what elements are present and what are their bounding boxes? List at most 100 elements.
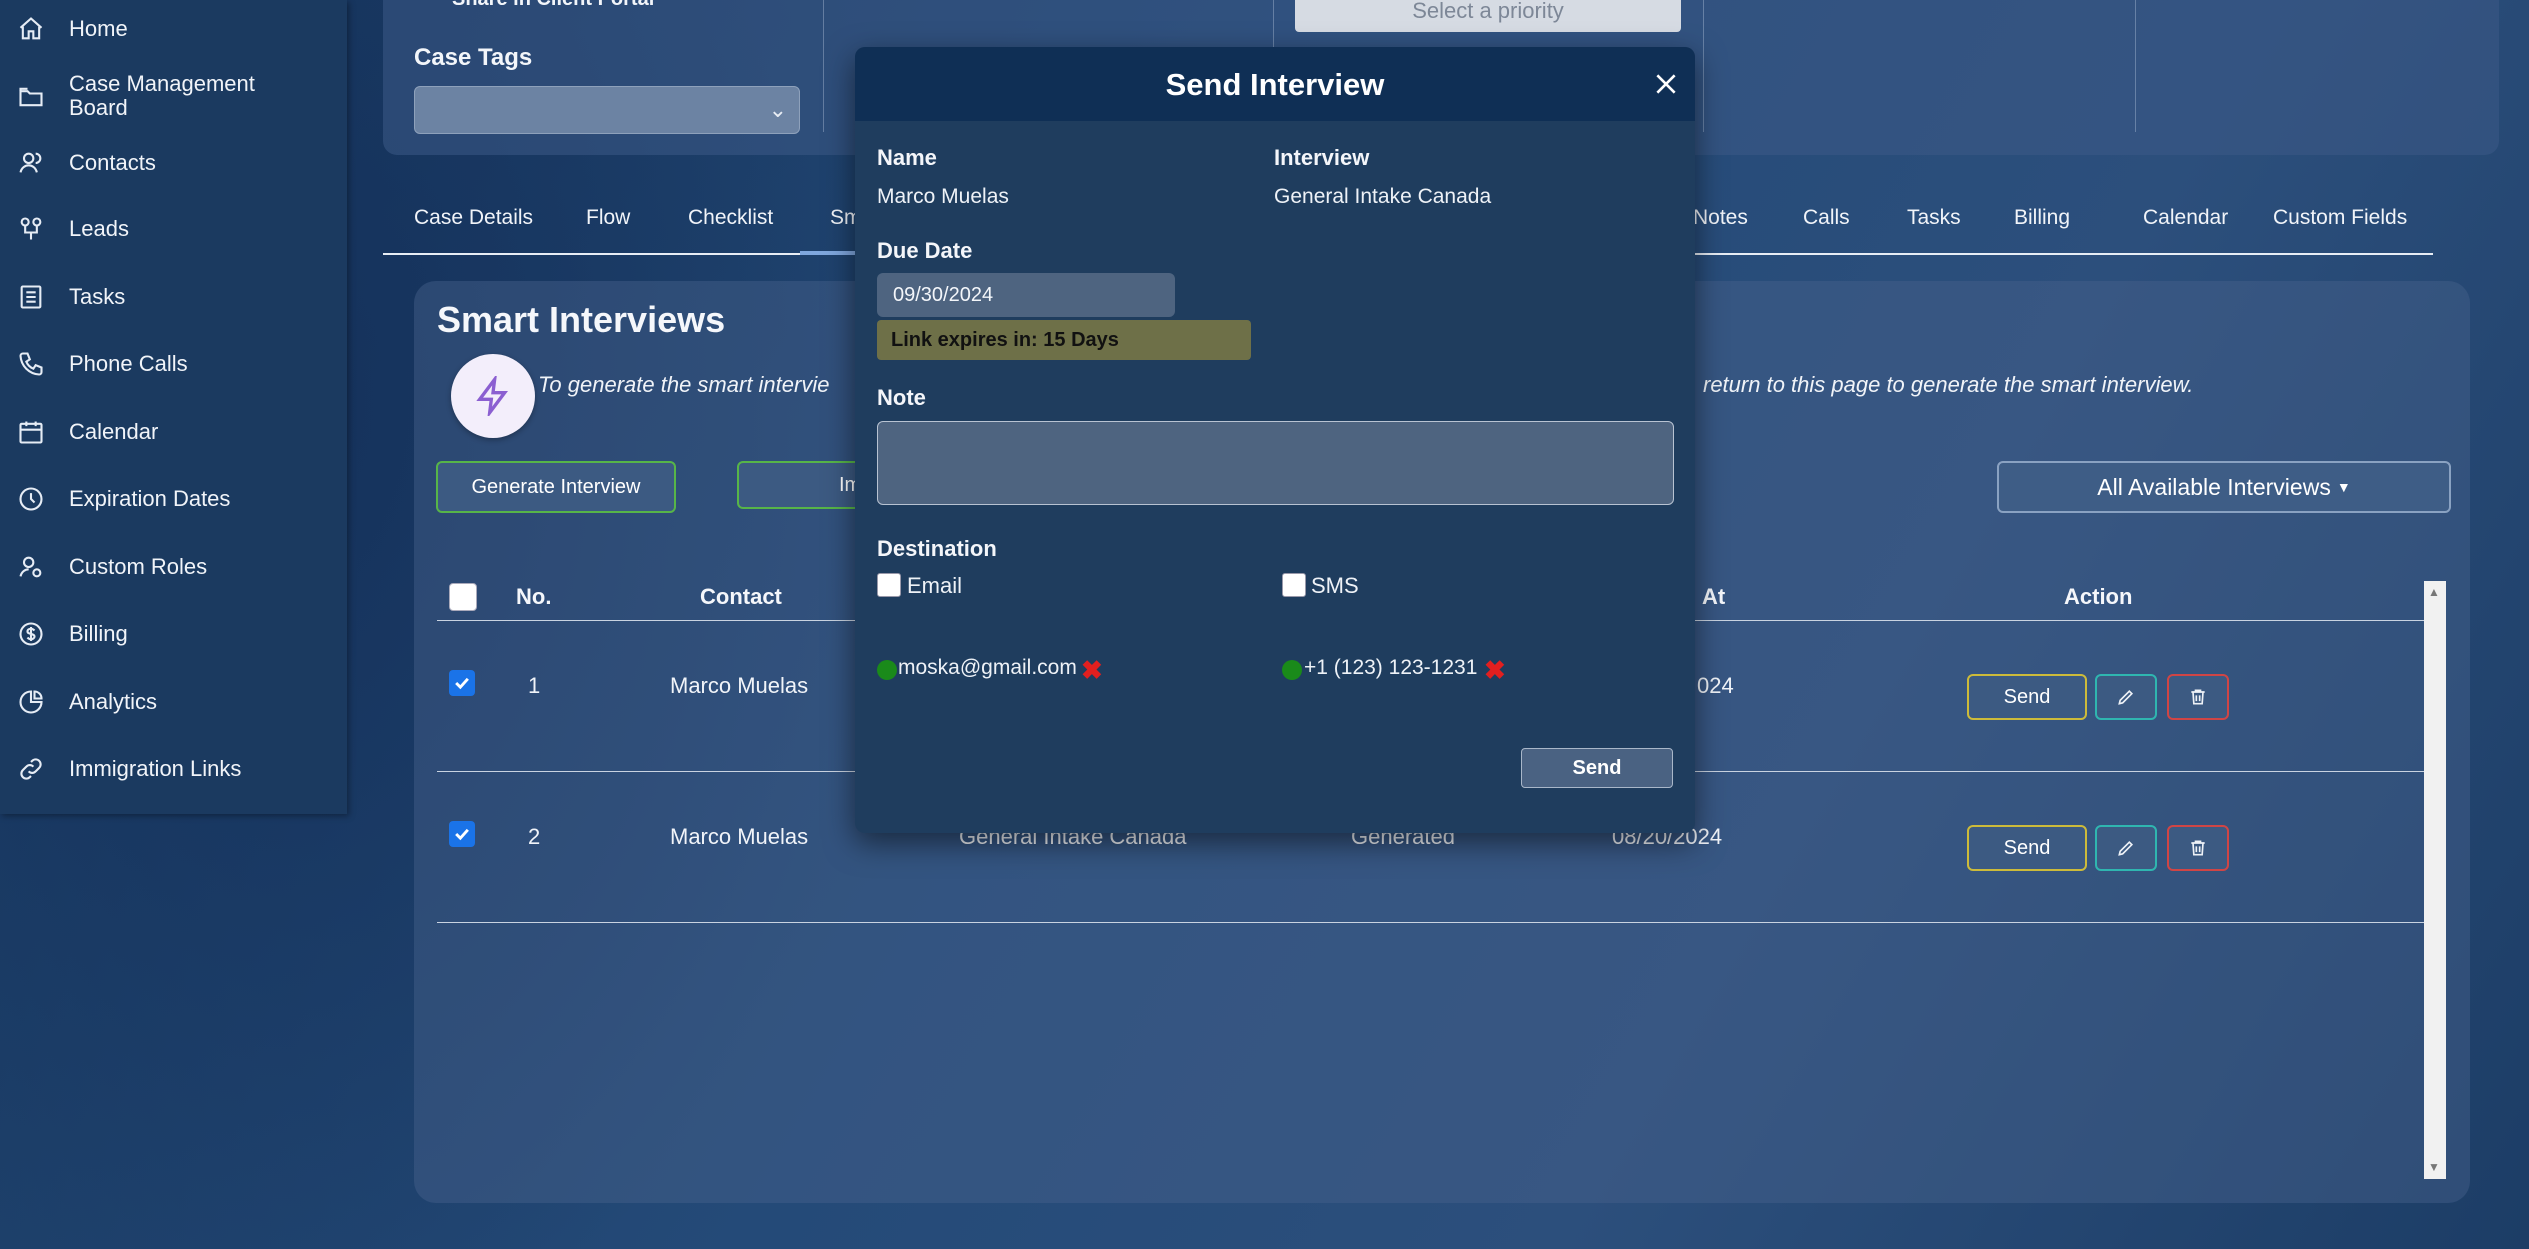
- tab-checklist[interactable]: Checklist: [688, 206, 773, 230]
- destination-label: Destination: [877, 536, 997, 561]
- note-label: Note: [877, 385, 926, 410]
- email-status-dot: [877, 660, 897, 680]
- sidebar-item-label: Custom Roles: [69, 554, 208, 579]
- all-interviews-dropdown[interactable]: All Available Interviews ▼: [1997, 461, 2451, 513]
- sidebar-item-immigration-links[interactable]: Immigration Links: [0, 754, 347, 784]
- sidebar-item-label: Phone Calls: [69, 351, 188, 376]
- sms-option-label: SMS: [1311, 573, 1359, 598]
- tab-flow[interactable]: Flow: [586, 206, 630, 230]
- sidebar-item-contacts[interactable]: Contacts: [0, 148, 347, 178]
- folder-icon: [16, 82, 46, 112]
- case-tags-select[interactable]: ⌄: [414, 86, 800, 134]
- column-header-action: Action: [2064, 584, 2133, 609]
- tab-tasks[interactable]: Tasks: [1907, 206, 1961, 230]
- sidebar-item-billing[interactable]: Billing: [0, 619, 347, 649]
- sidebar-item-expiration-dates[interactable]: Expiration Dates: [0, 484, 347, 514]
- email-checkbox[interactable]: [877, 573, 901, 597]
- sidebar-item-label: Analytics: [69, 689, 158, 714]
- sidebar-item-leads[interactable]: Leads: [0, 214, 347, 244]
- row-checkbox[interactable]: [449, 821, 475, 847]
- leads-icon: [16, 214, 46, 244]
- share-client-portal-label: Share in Client Portal: [452, 0, 654, 11]
- row-number: 2: [528, 824, 541, 849]
- column-header-at: At: [1702, 584, 1726, 609]
- sidebar-item-label: Immigration Links: [69, 756, 242, 781]
- lightning-icon: [451, 354, 535, 438]
- due-date-label: Due Date: [877, 238, 973, 263]
- tab-calendar[interactable]: Calendar: [2143, 206, 2228, 230]
- column-header-contact: Contact: [700, 584, 782, 609]
- panel-divider: [2135, 0, 2136, 132]
- page-title: Smart Interviews: [437, 299, 726, 340]
- row-contact: Marco Muelas: [670, 824, 809, 849]
- caret-down-icon: ▼: [2336, 479, 2351, 495]
- modal-send-button[interactable]: Send: [1521, 748, 1673, 788]
- case-tags-label: Case Tags: [414, 44, 533, 71]
- table-scrollbar[interactable]: [2424, 581, 2446, 1179]
- sidebar-item-label: Leads: [69, 216, 129, 241]
- sms-checkbox[interactable]: [1282, 573, 1306, 597]
- panel-divider: [823, 0, 824, 132]
- tab-billing[interactable]: Billing: [2014, 206, 2070, 230]
- send-button[interactable]: Send: [1967, 825, 2087, 871]
- tab-notes[interactable]: Notes: [1693, 206, 1748, 230]
- email-value: moska@gmail.com: [898, 656, 1077, 679]
- sidebar-item-label: Home: [69, 16, 128, 41]
- tab-custom-fields[interactable]: Custom Fields: [2273, 206, 2407, 230]
- tab-case-details[interactable]: Case Details: [414, 206, 533, 230]
- select-all-checkbox[interactable]: [449, 583, 477, 611]
- interview-value: General Intake Canada: [1274, 185, 1492, 208]
- sidebar-item-analytics[interactable]: Analytics: [0, 687, 347, 717]
- name-label: Name: [877, 145, 937, 170]
- info-text: return to this page to generate the smar…: [1703, 372, 2194, 397]
- tasks-icon: [16, 282, 46, 312]
- column-header-no: No.: [516, 584, 552, 609]
- remove-email-icon[interactable]: ✖: [1081, 657, 1103, 683]
- tab-calls[interactable]: Calls: [1803, 206, 1850, 230]
- close-icon[interactable]: [1653, 71, 1681, 99]
- scroll-up-arrow-icon[interactable]: ▲: [2428, 585, 2440, 599]
- sidebar-item-custom-roles[interactable]: Custom Roles: [0, 552, 347, 582]
- edit-button[interactable]: [2095, 825, 2157, 871]
- remove-phone-icon[interactable]: ✖: [1484, 657, 1506, 683]
- phone-icon: [16, 349, 46, 379]
- home-icon: [16, 14, 46, 44]
- sidebar-item-case-management-board[interactable]: Case Management Board: [0, 72, 347, 122]
- pencil-icon: [2118, 689, 2134, 705]
- delete-button[interactable]: [2167, 825, 2229, 871]
- info-text: To generate the smart intervie: [538, 372, 830, 397]
- delete-button[interactable]: [2167, 674, 2229, 720]
- pencil-icon: [2118, 840, 2134, 856]
- dropdown-label: All Available Interviews: [2097, 473, 2331, 500]
- edit-button[interactable]: [2095, 674, 2157, 720]
- sidebar-item-phone-calls[interactable]: Phone Calls: [0, 349, 347, 379]
- priority-select[interactable]: Select a priority: [1295, 0, 1681, 32]
- sidebar-item-tasks[interactable]: Tasks: [0, 282, 347, 312]
- sidebar-item-label: Tasks: [69, 284, 126, 309]
- name-value: Marco Muelas: [877, 185, 1009, 208]
- row-date: 024: [1697, 673, 1734, 698]
- sidebar-item-label: Contacts: [69, 150, 156, 175]
- contacts-icon: [16, 148, 46, 178]
- trash-icon: [2191, 689, 2205, 705]
- due-date-input[interactable]: 09/30/2024: [877, 273, 1175, 317]
- phone-status-dot: [1282, 660, 1302, 680]
- calendar-icon: [16, 417, 46, 447]
- generate-interview-button[interactable]: Generate Interview: [436, 461, 676, 513]
- interview-label: Interview: [1274, 145, 1370, 170]
- user-gear-icon: [16, 552, 46, 582]
- sidebar: Home Case Management Board Contacts Lead…: [0, 0, 347, 814]
- row-checkbox[interactable]: [449, 670, 475, 696]
- scroll-down-arrow-icon[interactable]: ▼: [2428, 1160, 2440, 1174]
- sidebar-item-label: Calendar: [69, 419, 159, 444]
- sidebar-item-calendar[interactable]: Calendar: [0, 417, 347, 447]
- send-button[interactable]: Send: [1967, 674, 2087, 720]
- row-contact: Marco Muelas: [670, 673, 809, 698]
- sidebar-item-home[interactable]: Home: [0, 14, 347, 44]
- modal-title: Send Interview: [1165, 67, 1385, 102]
- email-option-label: Email: [907, 573, 963, 598]
- phone-value: +1 (123) 123-1231: [1304, 656, 1478, 679]
- dollar-icon: [16, 619, 46, 649]
- chevron-down-icon: ⌄: [768, 97, 787, 122]
- note-textarea[interactable]: [877, 421, 1674, 505]
